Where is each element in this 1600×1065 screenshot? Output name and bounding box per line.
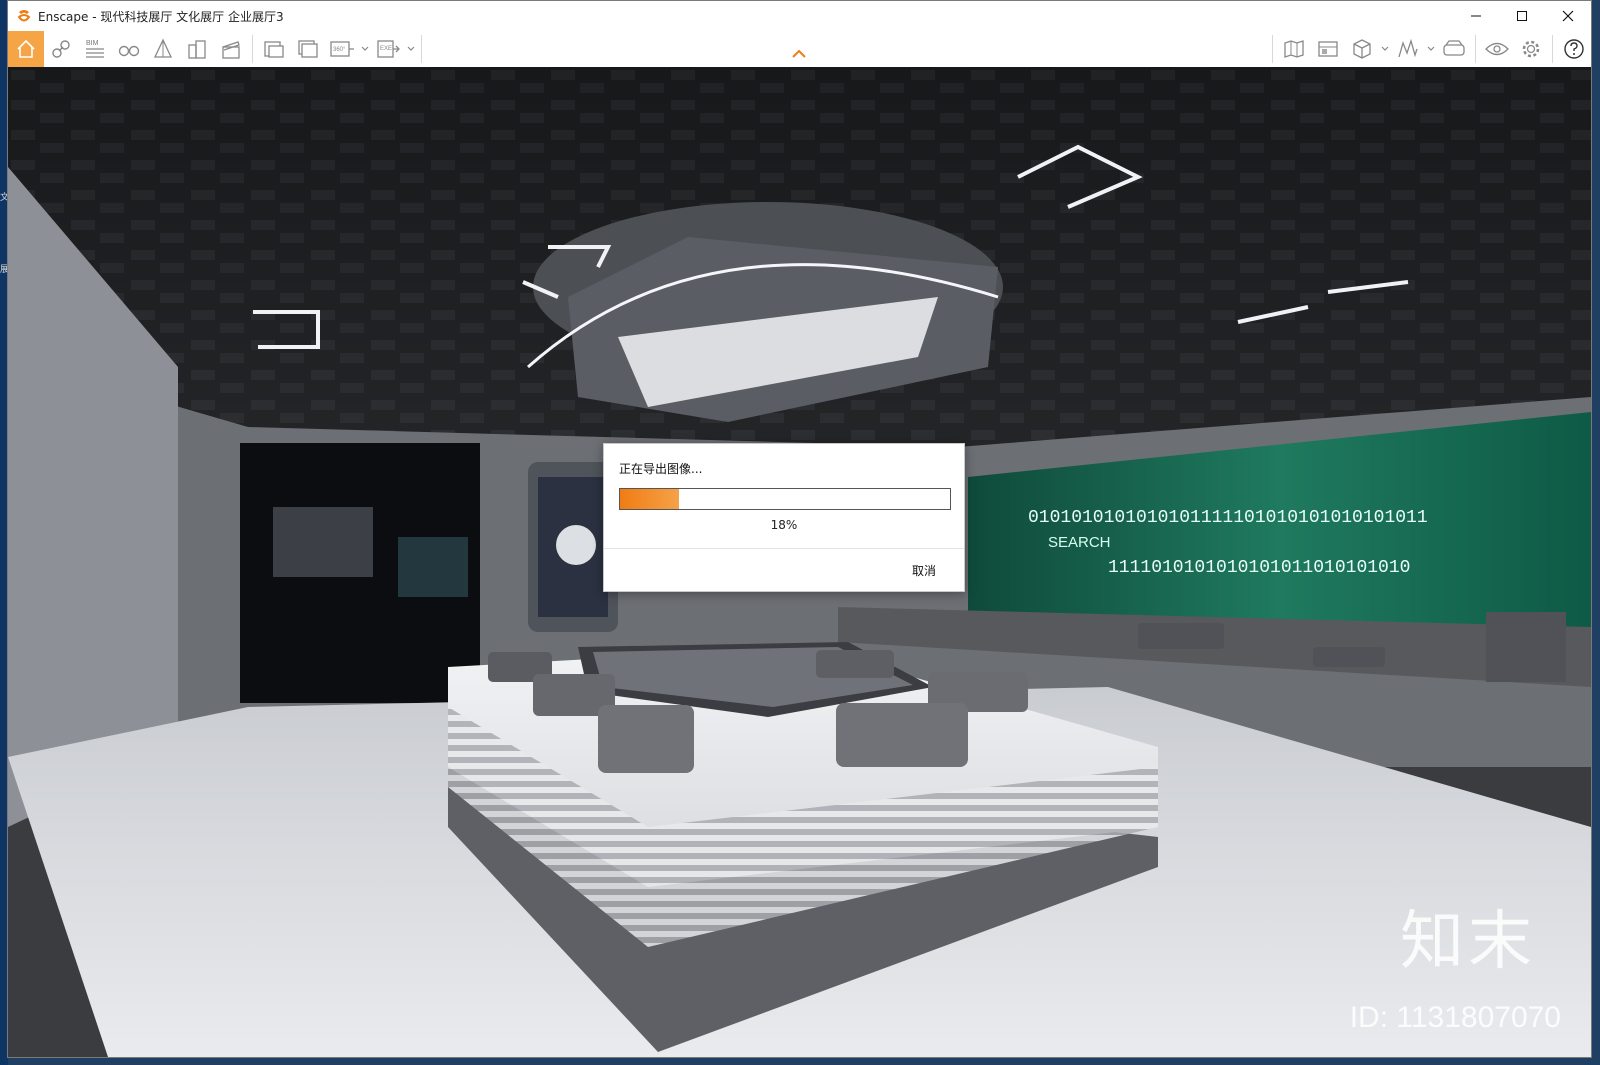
collapse-toolbar-icon[interactable] — [792, 49, 806, 59]
screen-binary-row2: 1111010101010101011010101010 — [1108, 558, 1410, 578]
vr-headset-icon — [1443, 40, 1465, 56]
progress-fill — [620, 489, 680, 509]
map-button[interactable] — [1277, 32, 1311, 66]
title-bar[interactable]: Enscape - 现代科技展厅 文化展厅 企业展厅3 — [8, 1, 1591, 31]
screenshot-icon — [264, 41, 284, 58]
visual-settings-icon — [1485, 42, 1509, 56]
perspective-button[interactable] — [146, 32, 180, 66]
buildings-button[interactable] — [180, 32, 214, 66]
bim-button[interactable]: BIM — [78, 32, 112, 66]
settings-gear-icon — [1522, 40, 1540, 58]
watermark-id: ID: 1131807070 — [1349, 1001, 1561, 1034]
home-button[interactable] — [8, 31, 44, 67]
toolbar-separator — [1552, 35, 1553, 63]
cancel-button[interactable]: 取消 — [912, 562, 936, 579]
minimize-icon — [1471, 15, 1481, 17]
maximize-button[interactable] — [1499, 1, 1545, 31]
dialog-title: 正在导出图像... — [619, 462, 703, 476]
maximize-icon — [1517, 11, 1527, 21]
asset-library-icon — [1318, 41, 1338, 57]
panorama-button[interactable]: 360° — [325, 32, 359, 66]
panorama-360-icon: 360° — [330, 41, 354, 57]
link-button[interactable] — [44, 32, 78, 66]
close-icon — [1562, 10, 1574, 22]
enscape-logo-icon — [17, 10, 31, 22]
vr-button[interactable] — [1437, 32, 1471, 66]
export-dropdown[interactable] — [405, 32, 417, 66]
chevron-down-icon — [361, 46, 369, 51]
svg-text:EXE: EXE — [380, 46, 392, 52]
export-progress-dialog: 正在导出图像... 18% 取消 — [603, 443, 965, 592]
export-button[interactable]: EXE — [371, 32, 405, 66]
chevron-down-icon — [407, 46, 415, 51]
batch-render-icon — [298, 40, 318, 58]
export-progress-bar — [619, 488, 951, 510]
map-icon — [1284, 40, 1304, 58]
minimize-button[interactable] — [1453, 1, 1499, 31]
main-toolbar: BIM 360° EXE — [8, 31, 1591, 67]
svg-text:360°: 360° — [333, 47, 346, 53]
link-icon — [52, 40, 70, 58]
settings-button[interactable] — [1514, 32, 1548, 66]
binoculars-icon — [118, 45, 140, 57]
dialog-divider — [604, 548, 964, 549]
home-icon — [17, 39, 35, 58]
progress-percent-label: 18% — [770, 518, 798, 532]
watermark-logo: 知末 — [1400, 905, 1536, 979]
chevron-down-icon — [1427, 46, 1435, 51]
screenshot-button[interactable] — [257, 32, 291, 66]
asset-library-button[interactable] — [1311, 32, 1345, 66]
screen-binary-row1: 0101010101010101111101010101010101011 — [1028, 508, 1428, 528]
window-title: Enscape - 现代科技展厅 文化展厅 企业展厅3 — [38, 9, 284, 24]
batch-render-button[interactable] — [291, 32, 325, 66]
panorama-dropdown[interactable] — [359, 32, 371, 66]
chevron-down-icon — [1381, 46, 1389, 51]
screen-search-text: SEARCH — [1048, 534, 1111, 551]
toolbar-separator — [421, 35, 422, 63]
material-button[interactable] — [1345, 32, 1379, 66]
bim-icon: BIM — [86, 40, 104, 58]
buildings-icon — [188, 40, 206, 59]
export-exe-icon: EXE — [377, 40, 400, 58]
clapper-icon — [222, 41, 240, 59]
help-button[interactable] — [1557, 32, 1591, 66]
toolbar-separator — [1272, 35, 1273, 63]
svg-text:BIM: BIM — [86, 40, 99, 47]
toolbar-separator — [252, 35, 253, 63]
close-button[interactable] — [1545, 1, 1591, 31]
walk-mode-button[interactable] — [112, 32, 146, 66]
material-dropdown[interactable] — [1379, 32, 1391, 66]
material-cube-icon — [1353, 39, 1371, 59]
sketch-button[interactable] — [1391, 32, 1425, 66]
visual-settings-button[interactable] — [1480, 32, 1514, 66]
sketch-icon — [1398, 38, 1418, 58]
perspective-icon — [153, 38, 173, 58]
toolbar-separator — [1475, 35, 1476, 63]
sketch-dropdown[interactable] — [1425, 32, 1437, 66]
video-editor-button[interactable] — [214, 32, 248, 66]
help-icon — [1564, 39, 1584, 59]
